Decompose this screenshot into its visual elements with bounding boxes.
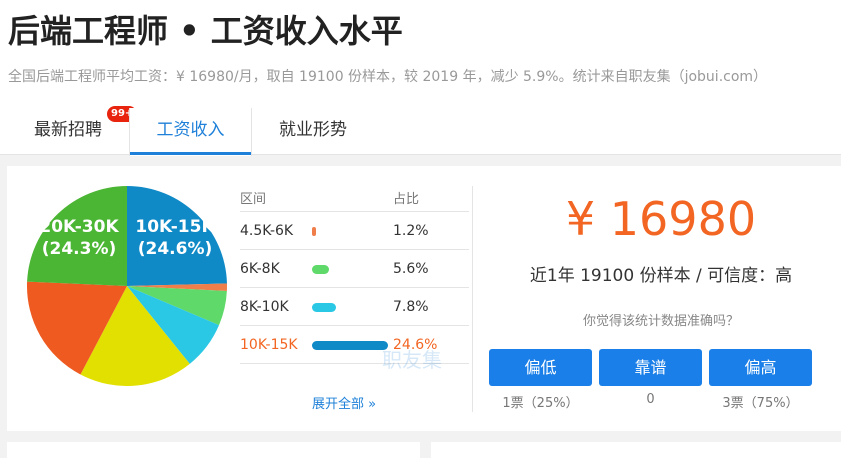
vote-high-count: 3票（75%） (722, 396, 799, 411)
pie-label-percent: (24.6%) (138, 239, 213, 259)
ratio-bar (312, 227, 316, 236)
salary-distribution-table: 区间 占比 4.5K-6K 1.2% 6K-8K 5.6% 8K-10K 7.8… (240, 182, 469, 364)
row-ratio: 7.8% (393, 299, 429, 315)
bottom-card-left (7, 442, 420, 458)
tab-salary[interactable]: 工资收入 (129, 108, 252, 156)
row-range: 6K-8K (240, 261, 280, 277)
bottom-card-right (431, 442, 841, 458)
tab-label: 最新招聘 (34, 120, 102, 140)
column-header-range: 区间 (240, 192, 267, 207)
table-header: 区间 占比 (240, 182, 469, 212)
expand-all-link[interactable]: 展开全部 » (312, 393, 376, 412)
page-title: 后端工程师 • 工资收入水平 (8, 12, 403, 50)
pie-label-range: 10K-15K (135, 217, 215, 237)
vote-low-button[interactable]: 偏低 (489, 349, 592, 386)
watermark: 职友集 (382, 348, 442, 372)
salary-pie-chart: 20K-30K (24.3%) 10K-15K (24.6%) (26, 186, 228, 386)
table-row: 8K-10K 7.8% (240, 288, 469, 326)
vote-high-button[interactable]: 偏高 (709, 349, 812, 386)
table-row: 4.5K-6K 1.2% (240, 212, 469, 250)
vertical-divider (472, 186, 473, 412)
row-range: 10K-15K (240, 337, 298, 353)
tab-latest-jobs[interactable]: 最新招聘 99+ (8, 106, 138, 155)
ratio-bar (312, 265, 330, 274)
row-range: 8K-10K (240, 299, 289, 315)
table-row: 6K-8K 5.6% (240, 250, 469, 288)
column-header-ratio: 占比 (393, 192, 420, 207)
sample-info: 近1年 19100 份样本 / 可信度：高 (529, 266, 793, 286)
pie-svg: 20K-30K(24.3%) 10K-15K(24.6%) (26, 186, 228, 386)
tab-employment[interactable]: 就业形势 (253, 108, 373, 155)
active-tab-indicator (130, 152, 251, 155)
vote-accurate-count: 0 (646, 392, 655, 407)
row-ratio: 5.6% (393, 261, 429, 277)
row-ratio: 1.2% (393, 223, 429, 239)
header: 后端工程师 • 工资收入水平 全国后端工程师平均工资：¥ 16980/月，取自 … (0, 0, 841, 156)
vote-accurate-button[interactable]: 靠谱 (599, 349, 702, 386)
page-subtitle: 全国后端工程师平均工资：¥ 16980/月，取自 19100 份样本，较 201… (8, 69, 768, 85)
tab-bar: 最新招聘 99+ 工资收入 就业形势 (0, 106, 841, 156)
row-range: 4.5K-6K (240, 223, 294, 239)
ratio-bar (312, 303, 337, 312)
pie-label-range: 20K-30K (39, 217, 119, 237)
average-salary: ¥ 16980 (565, 192, 757, 246)
ratio-bar (312, 341, 389, 350)
salary-card: 20K-30K (24.3%) 10K-15K (24.6%) 区间 占比 4.5K-… (7, 166, 841, 431)
tab-label: 就业形势 (279, 120, 347, 140)
tab-label: 工资收入 (156, 120, 225, 140)
vote-low-count: 1票（25%） (502, 396, 579, 411)
accuracy-question: 你觉得该统计数据准确吗？ (582, 314, 739, 329)
pie-label-percent: (24.3%) (42, 239, 117, 259)
